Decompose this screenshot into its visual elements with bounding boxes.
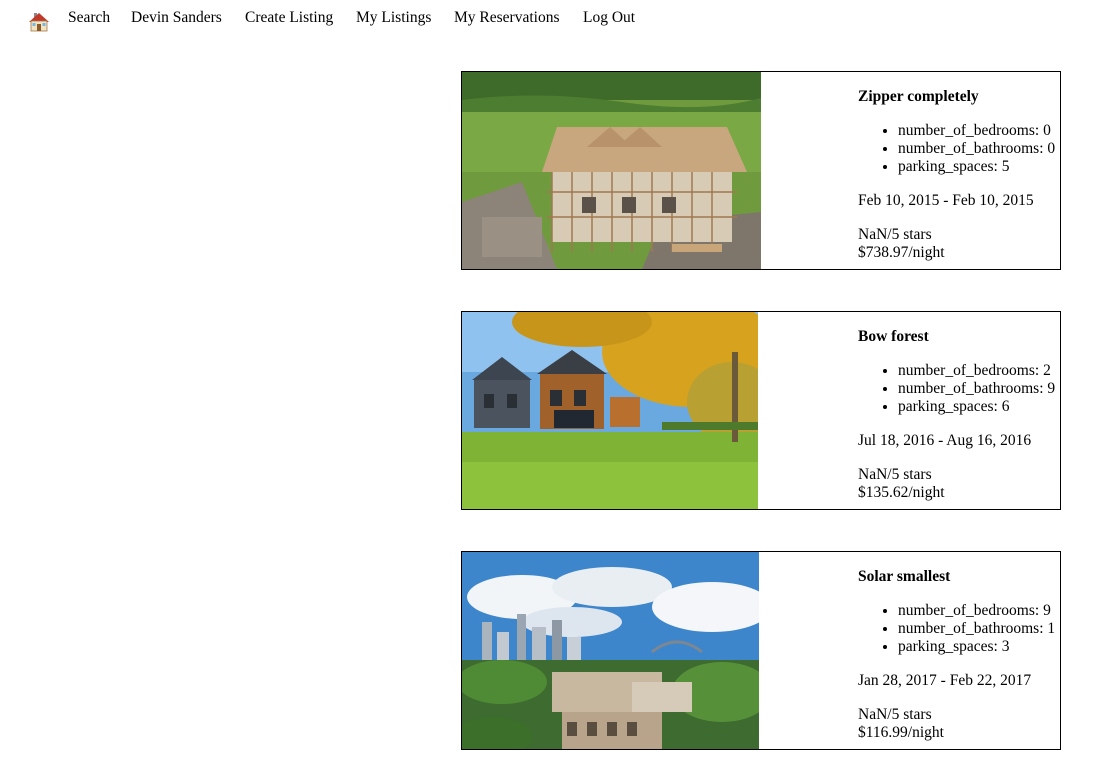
nav-profile-link[interactable]: Devin Sanders: [131, 9, 222, 27]
house-emoji-icon[interactable]: [28, 11, 50, 33]
listing-price: $738.97/night: [858, 244, 945, 261]
nav-create-listing-link[interactable]: Create Listing: [245, 9, 333, 27]
listing-card[interactable]: Solar smallest number_of_bedrooms: 9 num…: [461, 551, 1061, 750]
listing-rating: NaN/5 stars: [858, 466, 932, 483]
listing-photo[interactable]: [462, 312, 758, 509]
feature-bedrooms: number_of_bedrooms: 2: [898, 362, 1060, 380]
listing-info: Solar smallest number_of_bedrooms: 9 num…: [858, 568, 1060, 742]
feature-parking: parking_spaces: 5: [898, 158, 1060, 176]
listing-card[interactable]: Bow forest number_of_bedrooms: 2 number_…: [461, 311, 1061, 510]
city-skyline-photo: [462, 552, 759, 749]
top-nav: Search Devin Sanders Create Listing My L…: [0, 0, 1106, 40]
house-under-construction-photo: [462, 72, 761, 269]
listing-features: number_of_bedrooms: 9 number_of_bathroom…: [858, 602, 1060, 656]
feature-parking: parking_spaces: 3: [898, 638, 1060, 656]
listing-photo[interactable]: [462, 72, 761, 269]
nav-logout-link[interactable]: Log Out: [583, 9, 635, 27]
listing-price: $135.62/night: [858, 484, 945, 501]
nav-search-link[interactable]: Search: [68, 9, 110, 27]
listing-photo[interactable]: [462, 552, 759, 749]
nav-my-listings-link[interactable]: My Listings: [356, 9, 431, 27]
feature-parking: parking_spaces: 6: [898, 398, 1060, 416]
listing-info: Bow forest number_of_bedrooms: 2 number_…: [858, 328, 1060, 502]
listing-title[interactable]: Bow forest: [858, 328, 1060, 346]
listing-features: number_of_bedrooms: 0 number_of_bathroom…: [858, 122, 1060, 176]
listing-info: Zipper completely number_of_bedrooms: 0 …: [858, 88, 1060, 262]
modern-barn-houses-photo: [462, 312, 758, 509]
listing-price: $116.99/night: [858, 724, 944, 741]
listing-rating: NaN/5 stars: [858, 226, 932, 243]
listing-card[interactable]: Zipper completely number_of_bedrooms: 0 …: [461, 71, 1061, 270]
feature-bathrooms: number_of_bathrooms: 0: [898, 140, 1060, 158]
listing-features: number_of_bedrooms: 2 number_of_bathroom…: [858, 362, 1060, 416]
feature-bathrooms: number_of_bathrooms: 9: [898, 380, 1060, 398]
feature-bathrooms: number_of_bathrooms: 1: [898, 620, 1060, 638]
listing-dates: Jan 28, 2017 - Feb 22, 2017: [858, 672, 1032, 689]
listing-dates: Jul 18, 2016 - Aug 16, 2016: [858, 432, 1032, 449]
listing-dates: Feb 10, 2015 - Feb 10, 2015: [858, 192, 1034, 209]
listing-title[interactable]: Zipper completely: [858, 88, 1060, 106]
feature-bedrooms: number_of_bedrooms: 9: [898, 602, 1060, 620]
nav-my-reservations-link[interactable]: My Reservations: [454, 9, 559, 27]
listing-rating: NaN/5 stars: [858, 706, 932, 723]
listing-title[interactable]: Solar smallest: [858, 568, 1060, 586]
feature-bedrooms: number_of_bedrooms: 0: [898, 122, 1060, 140]
